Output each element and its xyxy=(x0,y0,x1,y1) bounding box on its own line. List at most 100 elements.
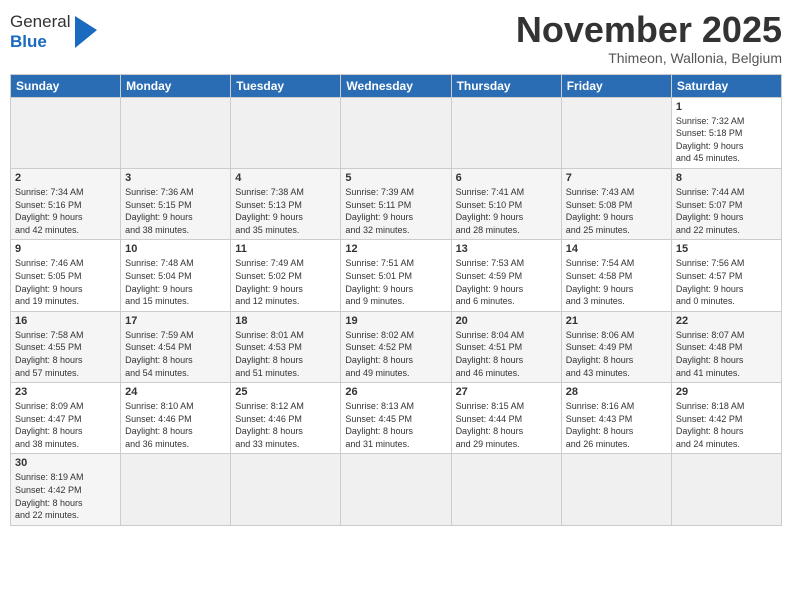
logo-general: General xyxy=(10,12,70,32)
day-info: Sunrise: 7:38 AM Sunset: 5:13 PM Dayligh… xyxy=(235,186,336,236)
day-info: Sunrise: 8:18 AM Sunset: 4:42 PM Dayligh… xyxy=(676,400,777,450)
calendar-cell: 9 Sunrise: 7:46 AM Sunset: 5:05 PM Daylig… xyxy=(11,240,121,311)
header-monday: Monday xyxy=(121,74,231,97)
calendar-week-row: 9 Sunrise: 7:46 AM Sunset: 5:05 PM Daylig… xyxy=(11,240,782,311)
day-info: Sunrise: 7:56 AM Sunset: 4:57 PM Dayligh… xyxy=(676,257,777,307)
day-number: 11 xyxy=(235,243,336,255)
calendar-week-row: 1 Sunrise: 7:32 AM Sunset: 5:18 PM Daylig… xyxy=(11,97,782,168)
day-info: Sunrise: 7:41 AM Sunset: 5:10 PM Dayligh… xyxy=(456,186,557,236)
calendar-cell: 17Sunrise: 7:59 AM Sunset: 4:54 PM Dayli… xyxy=(121,311,231,382)
calendar-cell: 18Sunrise: 8:01 AM Sunset: 4:53 PM Dayli… xyxy=(231,311,341,382)
day-info: Sunrise: 8:09 AM Sunset: 4:47 PM Dayligh… xyxy=(15,400,116,450)
subtitle: Thimeon, Wallonia, Belgium xyxy=(516,50,782,66)
day-number: 9 xyxy=(15,243,116,255)
header-friday: Friday xyxy=(561,74,671,97)
day-info: Sunrise: 7:51 AM Sunset: 5:01 PM Dayligh… xyxy=(345,257,446,307)
day-number: 1 xyxy=(676,101,777,113)
day-number: 27 xyxy=(456,386,557,398)
day-info: Sunrise: 7:46 AM Sunset: 5:05 PM Dayligh… xyxy=(15,257,116,307)
logo-blue: Blue xyxy=(10,32,70,52)
calendar-cell: 8Sunrise: 7:44 AM Sunset: 5:07 PM Daylig… xyxy=(671,168,781,239)
day-number: 12 xyxy=(345,243,446,255)
calendar-cell: 4 Sunrise: 7:38 AM Sunset: 5:13 PM Daylig… xyxy=(231,168,341,239)
calendar-cell: 2 Sunrise: 7:34 AM Sunset: 5:16 PM Daylig… xyxy=(11,168,121,239)
calendar-cell xyxy=(451,97,561,168)
day-info: Sunrise: 7:54 AM Sunset: 4:58 PM Dayligh… xyxy=(566,257,667,307)
day-info: Sunrise: 7:43 AM Sunset: 5:08 PM Dayligh… xyxy=(566,186,667,236)
day-info: Sunrise: 7:49 AM Sunset: 5:02 PM Dayligh… xyxy=(235,257,336,307)
day-info: Sunrise: 8:01 AM Sunset: 4:53 PM Dayligh… xyxy=(235,329,336,379)
day-number: 16 xyxy=(15,315,116,327)
calendar-cell xyxy=(231,454,341,525)
calendar-cell: 13Sunrise: 7:53 AM Sunset: 4:59 PM Dayli… xyxy=(451,240,561,311)
day-info: Sunrise: 8:07 AM Sunset: 4:48 PM Dayligh… xyxy=(676,329,777,379)
calendar-cell: 26Sunrise: 8:13 AM Sunset: 4:45 PM Dayli… xyxy=(341,383,451,454)
calendar-week-row: 2 Sunrise: 7:34 AM Sunset: 5:16 PM Daylig… xyxy=(11,168,782,239)
day-number: 7 xyxy=(566,172,667,184)
day-number: 30 xyxy=(15,457,116,469)
calendar-cell: 30Sunrise: 8:19 AM Sunset: 4:42 PM Dayli… xyxy=(11,454,121,525)
day-info: Sunrise: 8:13 AM Sunset: 4:45 PM Dayligh… xyxy=(345,400,446,450)
calendar-cell xyxy=(121,454,231,525)
calendar-week-row: 16 Sunrise: 7:58 AM Sunset: 4:55 PM Dayli… xyxy=(11,311,782,382)
calendar-cell xyxy=(561,97,671,168)
calendar-cell: 23 Sunrise: 8:09 AM Sunset: 4:47 PM Dayli… xyxy=(11,383,121,454)
calendar-header-row: SundayMondayTuesdayWednesdayThursdayFrid… xyxy=(11,74,782,97)
calendar-cell: 12 Sunrise: 7:51 AM Sunset: 5:01 PM Dayli… xyxy=(341,240,451,311)
day-number: 20 xyxy=(456,315,557,327)
day-number: 8 xyxy=(676,172,777,184)
day-info: Sunrise: 7:48 AM Sunset: 5:04 PM Dayligh… xyxy=(125,257,226,307)
day-info: Sunrise: 7:53 AM Sunset: 4:59 PM Dayligh… xyxy=(456,257,557,307)
day-number: 15 xyxy=(676,243,777,255)
day-number: 22 xyxy=(676,315,777,327)
calendar-cell: 15 Sunrise: 7:56 AM Sunset: 4:57 PM Dayli… xyxy=(671,240,781,311)
day-number: 4 xyxy=(235,172,336,184)
header-thursday: Thursday xyxy=(451,74,561,97)
calendar-cell: 1 Sunrise: 7:32 AM Sunset: 5:18 PM Daylig… xyxy=(671,97,781,168)
calendar-cell xyxy=(121,97,231,168)
day-info: Sunrise: 8:02 AM Sunset: 4:52 PM Dayligh… xyxy=(345,329,446,379)
day-info: Sunrise: 7:32 AM Sunset: 5:18 PM Dayligh… xyxy=(676,115,777,165)
day-info: Sunrise: 7:34 AM Sunset: 5:16 PM Dayligh… xyxy=(15,186,116,236)
day-info: Sunrise: 7:39 AM Sunset: 5:11 PM Dayligh… xyxy=(345,186,446,236)
day-number: 23 xyxy=(15,386,116,398)
day-number: 19 xyxy=(345,315,446,327)
day-number: 2 xyxy=(15,172,116,184)
calendar-cell xyxy=(341,454,451,525)
day-number: 6 xyxy=(456,172,557,184)
header-saturday: Saturday xyxy=(671,74,781,97)
calendar-cell: 14Sunrise: 7:54 AM Sunset: 4:58 PM Dayli… xyxy=(561,240,671,311)
day-number: 24 xyxy=(125,386,226,398)
day-info: Sunrise: 7:36 AM Sunset: 5:15 PM Dayligh… xyxy=(125,186,226,236)
calendar-cell: 20 Sunrise: 8:04 AM Sunset: 4:51 PM Dayli… xyxy=(451,311,561,382)
calendar-cell xyxy=(11,97,121,168)
day-info: Sunrise: 8:06 AM Sunset: 4:49 PM Dayligh… xyxy=(566,329,667,379)
calendar-cell xyxy=(561,454,671,525)
day-number: 21 xyxy=(566,315,667,327)
calendar-cell: 7 Sunrise: 7:43 AM Sunset: 5:08 PM Daylig… xyxy=(561,168,671,239)
calendar-cell: 10Sunrise: 7:48 AM Sunset: 5:04 PM Dayli… xyxy=(121,240,231,311)
calendar-cell: 16 Sunrise: 7:58 AM Sunset: 4:55 PM Dayli… xyxy=(11,311,121,382)
calendar-cell xyxy=(451,454,561,525)
day-info: Sunrise: 8:04 AM Sunset: 4:51 PM Dayligh… xyxy=(456,329,557,379)
day-number: 5 xyxy=(345,172,446,184)
calendar-cell: 19 Sunrise: 8:02 AM Sunset: 4:52 PM Dayli… xyxy=(341,311,451,382)
calendar-cell: 21 Sunrise: 8:06 AM Sunset: 4:49 PM Dayli… xyxy=(561,311,671,382)
day-info: Sunrise: 7:58 AM Sunset: 4:55 PM Dayligh… xyxy=(15,329,116,379)
calendar-week-row: 30Sunrise: 8:19 AM Sunset: 4:42 PM Dayli… xyxy=(11,454,782,525)
calendar-cell: 28Sunrise: 8:16 AM Sunset: 4:43 PM Dayli… xyxy=(561,383,671,454)
calendar-cell: 25Sunrise: 8:12 AM Sunset: 4:46 PM Dayli… xyxy=(231,383,341,454)
calendar-cell: 27Sunrise: 8:15 AM Sunset: 4:44 PM Dayli… xyxy=(451,383,561,454)
day-number: 17 xyxy=(125,315,226,327)
calendar: SundayMondayTuesdayWednesdayThursdayFrid… xyxy=(10,74,782,526)
logo-triangle-icon xyxy=(75,12,97,48)
day-number: 28 xyxy=(566,386,667,398)
calendar-cell xyxy=(231,97,341,168)
calendar-cell: 11 Sunrise: 7:49 AM Sunset: 5:02 PM Dayli… xyxy=(231,240,341,311)
calendar-cell: 3 Sunrise: 7:36 AM Sunset: 5:15 PM Daylig… xyxy=(121,168,231,239)
calendar-cell xyxy=(671,454,781,525)
calendar-cell: 5 Sunrise: 7:39 AM Sunset: 5:11 PM Daylig… xyxy=(341,168,451,239)
day-number: 25 xyxy=(235,386,336,398)
day-number: 3 xyxy=(125,172,226,184)
day-info: Sunrise: 8:10 AM Sunset: 4:46 PM Dayligh… xyxy=(125,400,226,450)
